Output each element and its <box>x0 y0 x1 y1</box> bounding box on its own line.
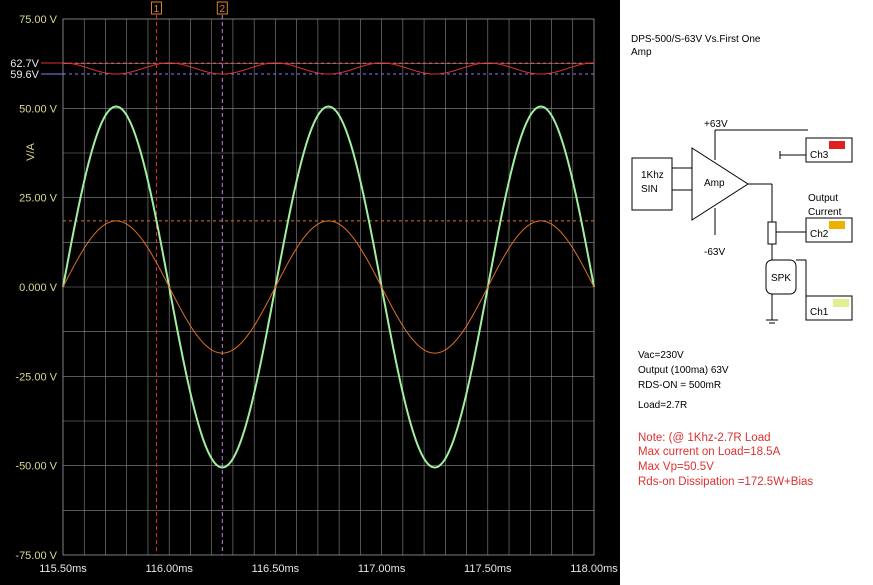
x-tick-label: 115.50ms <box>39 563 87 575</box>
note-header: Note: (@ 1Khz-2.7R Load <box>638 432 771 444</box>
speaker-label: SPK <box>771 273 791 284</box>
ch2-label: Ch2 <box>810 229 829 240</box>
ch1-swatch <box>833 299 849 307</box>
output-current-label-1: Output <box>808 193 838 204</box>
spec-vac: Vac=230V <box>638 350 684 361</box>
y-tick-label: 0.000 V <box>19 282 58 294</box>
level-label: 59.6V <box>10 69 39 81</box>
cursor-label: 2 <box>220 4 226 15</box>
y-axis-ticks: 75.00 V 50.00 V 25.00 V 0.000 V -25.00 V -50.… <box>15 14 57 562</box>
y-axis-label: V/A <box>25 142 37 160</box>
chart-traces <box>62 62 595 469</box>
vminus-label: -63V <box>704 247 725 258</box>
y-tick-label: -50.00 V <box>15 461 57 473</box>
x-tick-label: 117.00ms <box>358 563 406 575</box>
cursor-lines: 12 <box>150 1 228 555</box>
cursor-label: 1 <box>154 4 160 15</box>
oscilloscope-chart: 62.7V59.6V 12 75.00 V50.00 V25.00 V0.000… <box>10 1 618 575</box>
x-axis-ticks: 115.50ms 116.00ms 116.50ms 117.00ms 117.50ms… <box>39 563 618 575</box>
y-tick-label: -75.00 V <box>15 550 57 562</box>
ch2-swatch <box>829 221 845 229</box>
vplus-label: +63V <box>704 119 728 130</box>
ch1-label: Ch1 <box>810 307 829 318</box>
y-tick-label: 25.00 V <box>19 193 58 205</box>
info-panel: DPS-500/S-63V Vs.First One Amp 1Khz SIN … <box>620 0 873 585</box>
chart-grid <box>62 18 595 556</box>
ch3-swatch <box>829 141 845 149</box>
note-max-vp: Max Vp=50.5V <box>638 461 714 473</box>
current-probe <box>767 221 777 245</box>
note-dissipation: Rds-on Dissipation =172.5W+Bias <box>638 476 814 488</box>
y-tick-label: 75.00 V <box>19 14 58 26</box>
spec-rds: RDS-ON = 500mR <box>638 380 722 391</box>
output-current-label-2: Current <box>808 207 842 218</box>
x-tick-label: 116.50ms <box>252 563 300 575</box>
note-max-current: Max current on Load=18.5A <box>638 446 781 458</box>
series-trace-3 <box>62 62 595 75</box>
x-tick-label: 116.00ms <box>145 563 193 575</box>
source-label-1: 1Khz <box>641 170 664 181</box>
y-tick-label: 50.00 V <box>19 103 58 115</box>
x-tick-label: 118.00ms <box>570 563 618 575</box>
panel-subtitle: Amp <box>631 47 652 58</box>
ch3-label: Ch3 <box>810 150 829 161</box>
y-tick-label: -25.00 V <box>15 371 57 383</box>
source-label-2: SIN <box>641 184 658 195</box>
spec-load: Load=2.7R <box>638 400 688 411</box>
panel-title: DPS-500/S-63V Vs.First One <box>631 34 761 45</box>
x-tick-label: 117.50ms <box>464 563 512 575</box>
amp-label: Amp <box>704 178 725 189</box>
spec-output: Output (100ma) 63V <box>638 365 729 376</box>
